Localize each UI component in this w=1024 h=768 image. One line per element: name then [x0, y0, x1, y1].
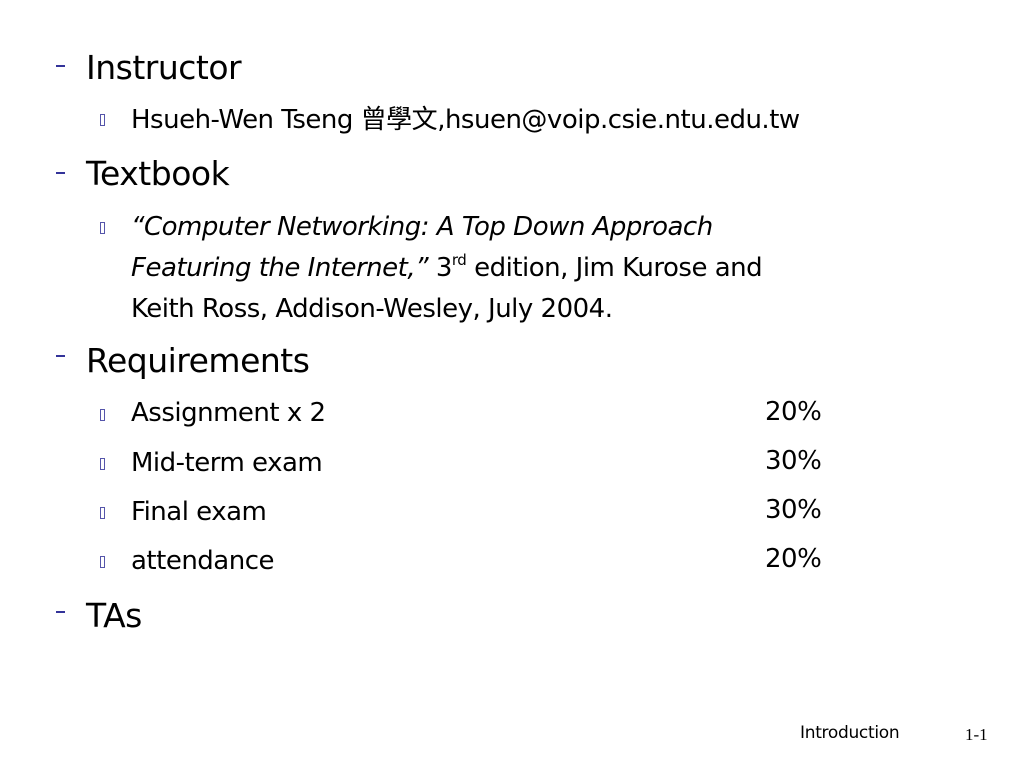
instructor-chinese-name: 曾學文 — [360, 105, 438, 135]
section-heading-textbook: Textbook — [86, 154, 230, 193]
bullet-box-icon — [100, 409, 105, 421]
requirement-weight: 30% — [765, 446, 822, 476]
bullet-box-icon — [100, 114, 105, 126]
requirement-item: Final exam — [131, 497, 267, 527]
bullet-dash-icon — [56, 65, 65, 67]
requirement-item: attendance — [131, 546, 275, 576]
section-heading-requirements: Requirements — [86, 341, 310, 380]
textbook-edition-rest: edition, Jim Kurose and — [466, 253, 763, 283]
section-heading-tas: TAs — [86, 596, 142, 635]
instructor-name: Hsueh-Wen Tseng — [131, 105, 353, 135]
textbook-title-2: Featuring the Internet,” — [131, 253, 429, 283]
textbook-line-3: Keith Ross, Addison-Wesley, July 2004. — [131, 294, 613, 324]
footer-title: Introduction — [800, 723, 900, 743]
requirement-weight: 20% — [765, 397, 822, 427]
footer-page-number: 1-1 — [965, 725, 988, 744]
section-heading-instructor: Instructor — [86, 48, 242, 87]
instructor-email: ,hsuen@voip.csie.ntu.edu.tw — [437, 105, 800, 135]
requirement-item: Assignment x 2 — [131, 398, 326, 428]
instructor-line: Hsueh-Wen Tseng 曾學文,hsuen@voip.csie.ntu.… — [131, 100, 800, 141]
textbook-edition-num: 3 — [428, 253, 453, 283]
bullet-box-icon — [100, 222, 105, 234]
textbook-title-1: “Computer Networking: A Top Down Approac… — [131, 212, 713, 242]
textbook-edition-sup: rd — [451, 251, 467, 269]
bullet-box-icon — [100, 556, 105, 568]
requirement-item: Mid-term exam — [131, 448, 323, 478]
bullet-dash-icon — [56, 611, 65, 613]
textbook-line-1: “Computer Networking: A Top Down Approac… — [131, 207, 713, 248]
bullet-dash-icon — [56, 172, 65, 174]
bullet-dash-icon — [56, 355, 65, 357]
requirement-weight: 20% — [765, 544, 822, 574]
textbook-line-2: Featuring the Internet,” 3rd edition, Ji… — [131, 248, 763, 289]
requirement-weight: 30% — [765, 495, 822, 525]
bullet-box-icon — [100, 507, 105, 519]
bullet-box-icon — [100, 458, 105, 470]
